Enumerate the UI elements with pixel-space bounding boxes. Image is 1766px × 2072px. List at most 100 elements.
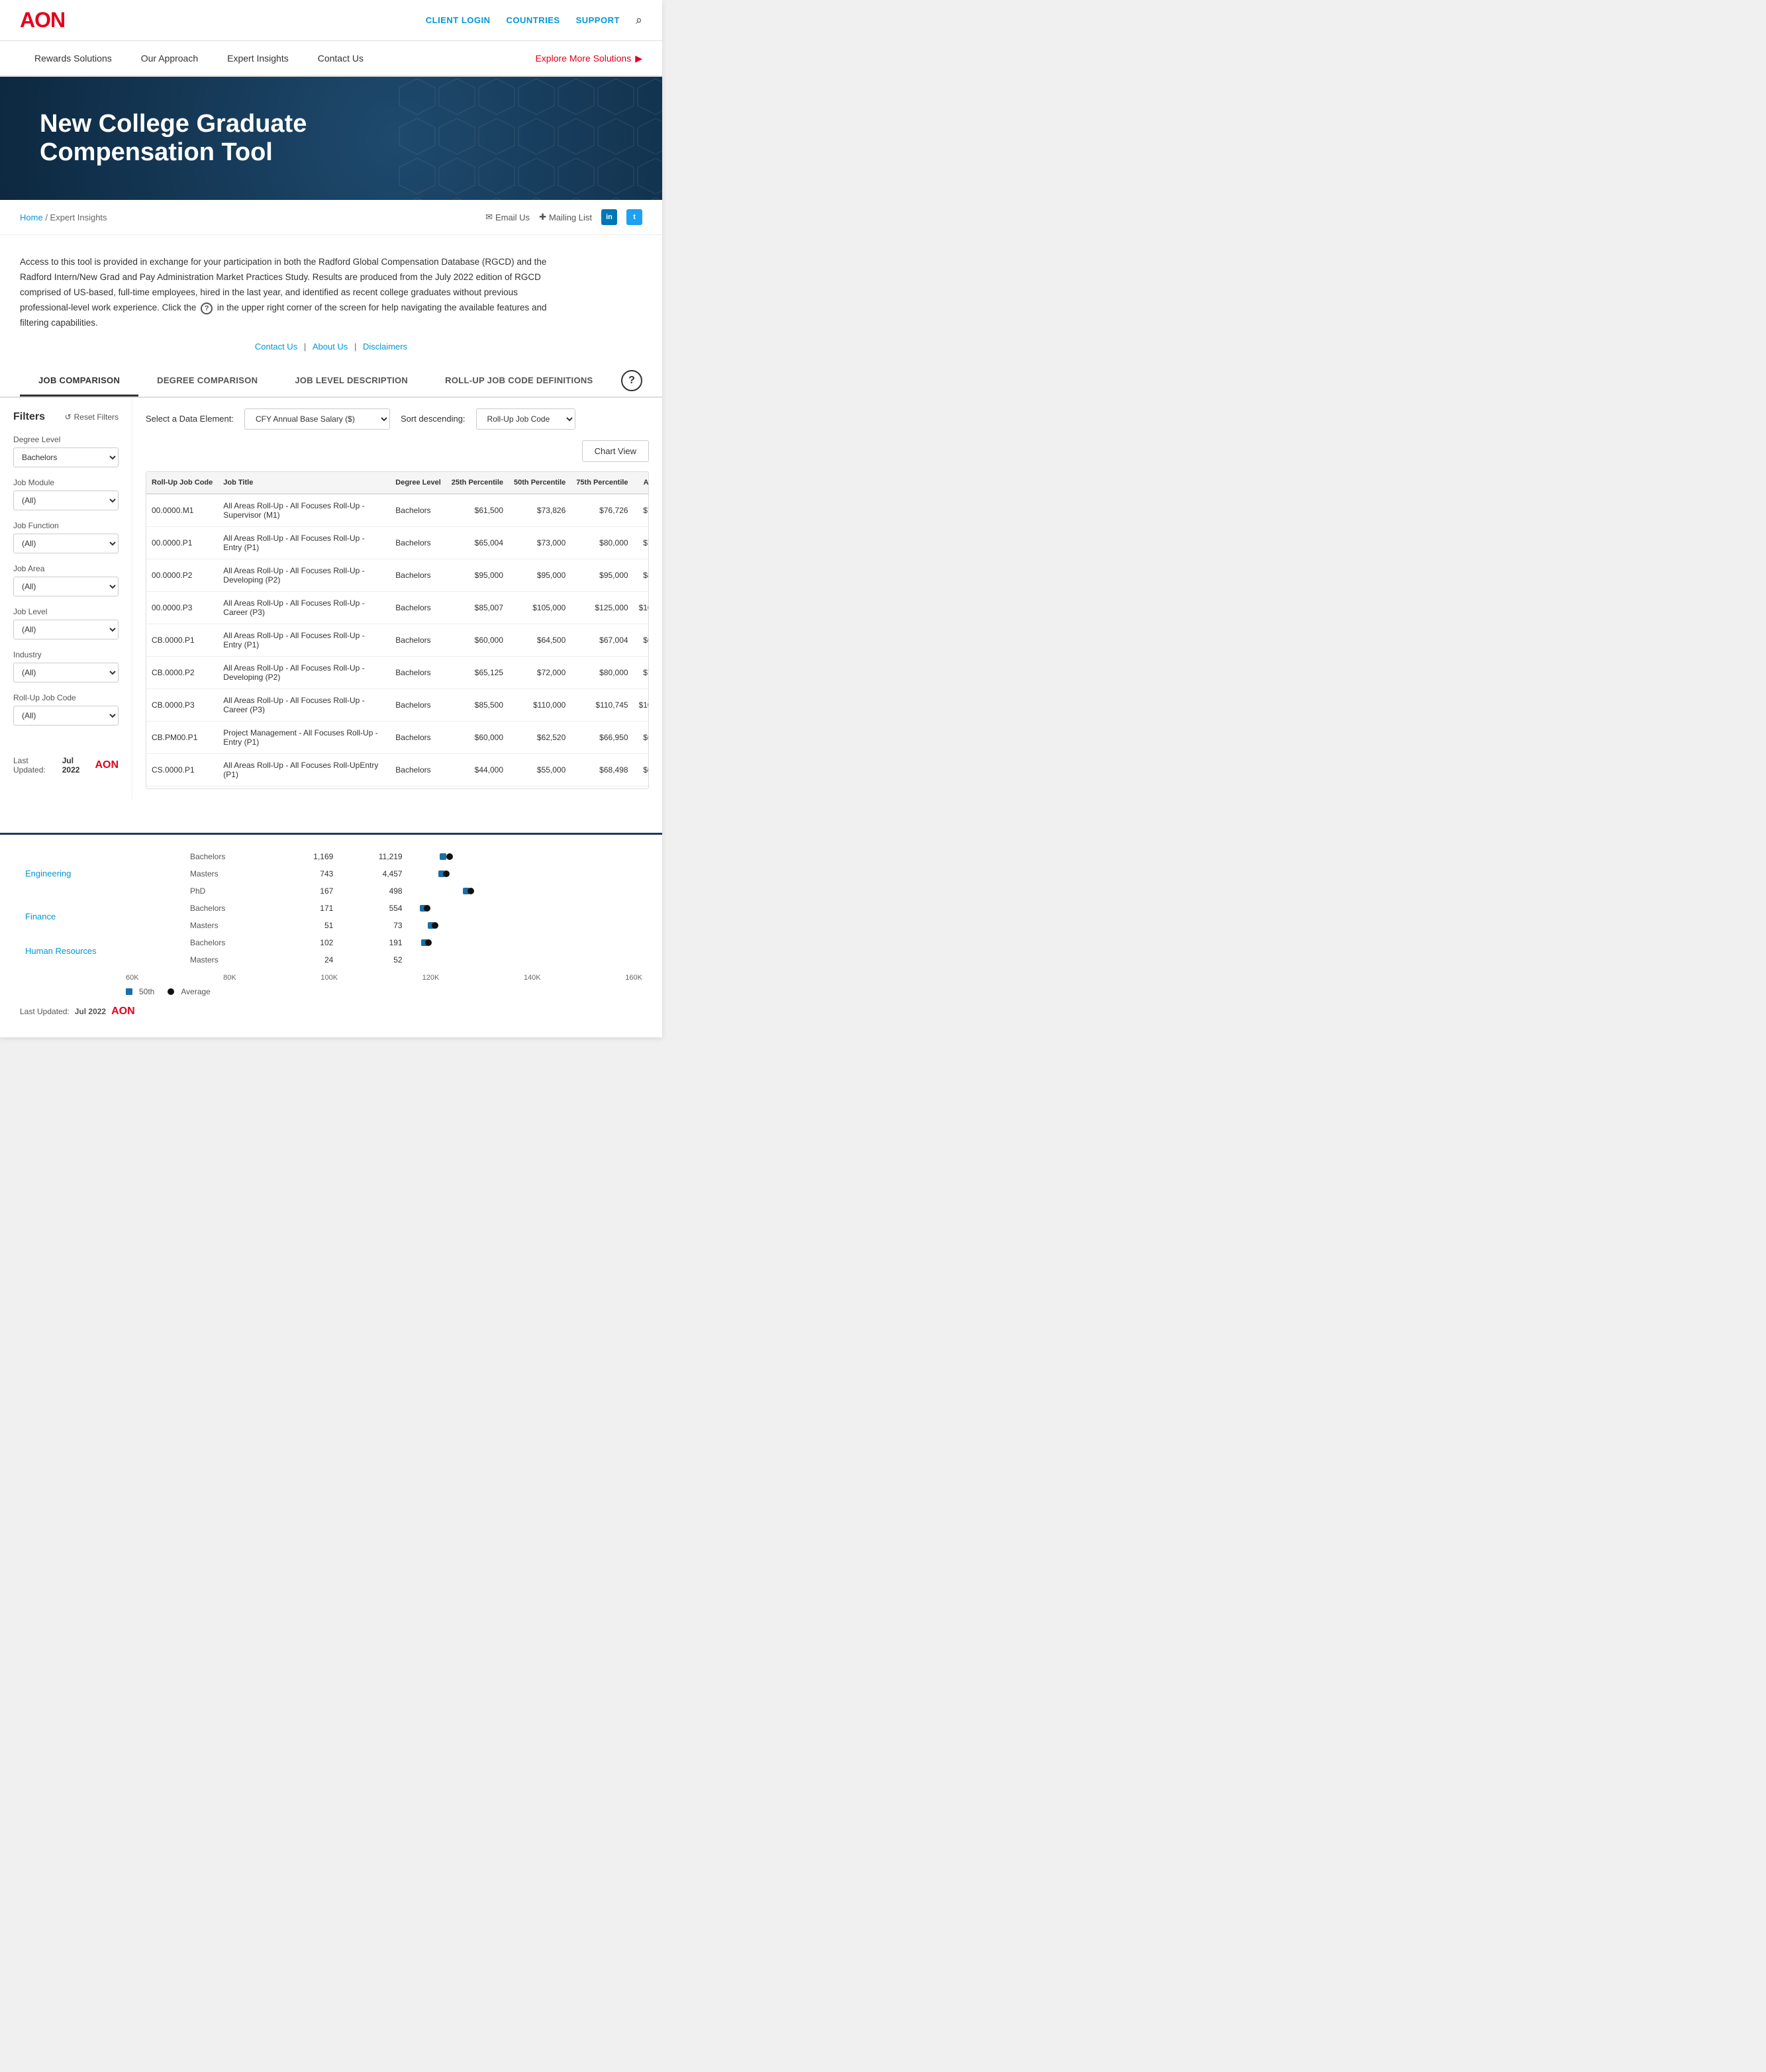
cell-rollup: CS.0000.P1 bbox=[146, 753, 218, 786]
hero-section: New College Graduate Compensation Tool bbox=[0, 77, 662, 200]
cell-p25: $61,500 bbox=[446, 494, 509, 527]
twitter-icon[interactable]: t bbox=[626, 209, 642, 225]
tab-job-comparison[interactable]: JOB COMPARISON bbox=[20, 365, 138, 397]
cell-rollup: CB.0000.P1 bbox=[146, 624, 218, 656]
table-row: CB.0000.P2 All Areas Roll-Up - All Focus… bbox=[146, 656, 649, 688]
col-header-p75: 75th Percentile bbox=[571, 472, 633, 494]
link-separator-1: | bbox=[304, 342, 309, 352]
job-area-label: Job Area bbox=[13, 564, 119, 573]
chevron-right-icon: ▶ bbox=[635, 53, 642, 64]
employee-count-cell: 52 bbox=[338, 951, 407, 968]
cell-avg: $88,731 bbox=[634, 559, 649, 591]
search-icon[interactable]: ⌕ bbox=[636, 13, 642, 27]
cell-degree: Bachelors bbox=[390, 526, 446, 559]
chart-view-button[interactable]: Chart View bbox=[582, 440, 649, 462]
aon-logo-sidebar: AON bbox=[95, 759, 119, 771]
main-tabs: JOB COMPARISON DEGREE COMPARISON JOB LEV… bbox=[20, 365, 612, 397]
tool-area: Filters ↺ Reset Filters Degree Level Bac… bbox=[0, 398, 662, 820]
contact-us-link[interactable]: Contact Us bbox=[255, 342, 297, 352]
client-login-link[interactable]: CLIENT LOGIN bbox=[426, 15, 491, 25]
table-row: 00.0000.P3 All Areas Roll-Up - All Focus… bbox=[146, 591, 649, 624]
filter-rollup-job-code: Roll-Up Job Code (All) bbox=[13, 693, 119, 726]
breadcrumb: Home / Expert Insights bbox=[20, 212, 107, 222]
col-header-title: Job Title bbox=[218, 472, 390, 494]
nav-contact-us[interactable]: Contact Us bbox=[303, 41, 378, 75]
cell-p25: $85,500 bbox=[446, 688, 509, 721]
job-area-select[interactable]: (All) bbox=[13, 577, 119, 596]
cell-p50: $95,000 bbox=[509, 559, 571, 591]
aon-logo[interactable]: AON bbox=[20, 8, 65, 32]
data-toolbar: Select a Data Element: CFY Annual Base S… bbox=[146, 408, 649, 462]
job-area-cell: Finance bbox=[20, 900, 185, 934]
tab-rollup-definitions[interactable]: ROLL-UP JOB CODE DEFINITIONS bbox=[426, 365, 611, 397]
tab-degree-comparison[interactable]: DEGREE COMPARISON bbox=[138, 365, 276, 397]
col-header-avg: Average bbox=[634, 472, 649, 494]
breadcrumb-actions: ✉ Email Us ✚ Mailing List in t bbox=[485, 209, 642, 225]
rollup-job-code-select[interactable]: (All) bbox=[13, 706, 119, 726]
cell-p25: $85,007 bbox=[446, 591, 509, 624]
explore-more[interactable]: Explore More Solutions ▶ bbox=[535, 53, 642, 64]
about-us-link[interactable]: About Us bbox=[313, 342, 348, 352]
job-area-link[interactable]: Finance bbox=[25, 912, 56, 921]
job-function-select[interactable]: (All) bbox=[13, 534, 119, 553]
legend-50th: 50th bbox=[126, 987, 154, 996]
bottom-table-row: Human Resources Bachelors 102 191 bbox=[20, 934, 642, 951]
description-text: Access to this tool is provided in excha… bbox=[20, 255, 563, 331]
support-link[interactable]: SUPPORT bbox=[576, 15, 620, 25]
cell-p25: $65,004 bbox=[446, 526, 509, 559]
linkedin-icon[interactable]: in bbox=[601, 209, 617, 225]
filter-job-level: Job Level (All) bbox=[13, 607, 119, 639]
company-count-cell: 1,169 bbox=[277, 848, 339, 865]
x-axis-label: 160K bbox=[625, 974, 642, 982]
nav-expert-insights[interactable]: Expert Insights bbox=[213, 41, 303, 75]
dot-avg bbox=[446, 853, 453, 860]
chart-cell bbox=[408, 934, 642, 951]
cell-rollup: CB.PM00.P1 bbox=[146, 721, 218, 753]
job-area-link[interactable]: Engineering bbox=[25, 869, 71, 878]
col-header-p25: 25th Percentile bbox=[446, 472, 509, 494]
data-element-select[interactable]: CFY Annual Base Salary ($) bbox=[244, 408, 390, 430]
legend-50th-label: 50th bbox=[139, 987, 154, 996]
cell-avg: $61,819 bbox=[634, 721, 649, 753]
compensation-table: Roll-Up Job Code Job Title Degree Level … bbox=[146, 472, 649, 789]
nav-rewards-solutions[interactable]: Rewards Solutions bbox=[20, 41, 126, 75]
cell-p50: $73,000 bbox=[509, 526, 571, 559]
filter-industry: Industry (All) bbox=[13, 650, 119, 683]
company-count-cell: 24 bbox=[277, 951, 339, 968]
rollup-job-code-label: Roll-Up Job Code bbox=[13, 693, 119, 702]
industry-select[interactable]: (All) bbox=[13, 663, 119, 683]
x-axis-label: 80K bbox=[223, 974, 236, 982]
job-module-select[interactable]: (All) bbox=[13, 491, 119, 510]
cell-degree: Bachelors bbox=[390, 786, 446, 789]
chart-cell bbox=[408, 882, 642, 900]
degree-level-select[interactable]: Bachelors bbox=[13, 447, 119, 467]
degree-level-label: Degree Level bbox=[13, 435, 119, 444]
cell-title: Project Management - All Focuses Roll-Up… bbox=[218, 721, 390, 753]
cell-p75: $125,000 bbox=[571, 591, 633, 624]
sort-select[interactable]: Roll-Up Job Code bbox=[476, 408, 575, 430]
mailing-list-link[interactable]: ✚ Mailing List bbox=[539, 212, 592, 222]
cell-degree: Bachelors bbox=[390, 559, 446, 591]
bottom-last-updated-value: Jul 2022 bbox=[75, 1007, 106, 1016]
nav-our-approach[interactable]: Our Approach bbox=[126, 41, 213, 75]
job-area-link[interactable]: Human Resources bbox=[25, 946, 97, 956]
legend-average-icon bbox=[168, 988, 174, 995]
main-content-area: Select a Data Element: CFY Annual Base S… bbox=[132, 398, 662, 800]
reset-filters-link[interactable]: ↺ Reset Filters bbox=[65, 412, 119, 422]
cell-p25: $44,000 bbox=[446, 753, 509, 786]
cell-avg: $71,347 bbox=[634, 494, 649, 527]
breadcrumb-home[interactable]: Home bbox=[20, 212, 43, 222]
tab-job-level-description[interactable]: JOB LEVEL DESCRIPTION bbox=[276, 365, 426, 397]
dot-avg bbox=[432, 922, 438, 929]
job-level-select[interactable]: (All) bbox=[13, 620, 119, 639]
cell-p25: $60,000 bbox=[446, 624, 509, 656]
disclaimers-link[interactable]: Disclaimers bbox=[363, 342, 407, 352]
table-row: CB.0000.P1 All Areas Roll-Up - All Focus… bbox=[146, 624, 649, 656]
cell-avg: $106,465 bbox=[634, 591, 649, 624]
email-us-link[interactable]: ✉ Email Us bbox=[485, 212, 530, 222]
cell-p75: $110,745 bbox=[571, 688, 633, 721]
cell-p50: $105,000 bbox=[509, 591, 571, 624]
help-button[interactable]: ? bbox=[621, 370, 642, 391]
filters-sidebar: Filters ↺ Reset Filters Degree Level Bac… bbox=[0, 398, 132, 800]
countries-link[interactable]: COUNTRIES bbox=[507, 15, 560, 25]
